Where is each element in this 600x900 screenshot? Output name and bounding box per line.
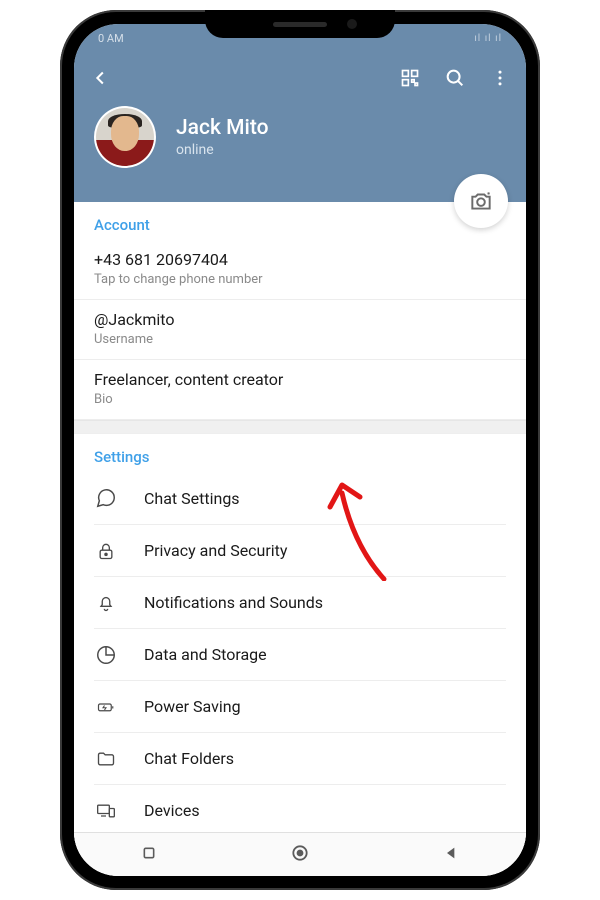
- settings-item-devices[interactable]: Devices: [94, 784, 506, 836]
- more-icon[interactable]: [490, 68, 510, 88]
- profile-status: online: [176, 142, 269, 158]
- avatar[interactable]: [94, 106, 156, 168]
- folder-icon: [94, 749, 118, 769]
- battery-icon: [94, 698, 118, 716]
- pie-icon: [94, 644, 118, 666]
- bio-hint: Bio: [94, 392, 506, 407]
- setting-label: Notifications and Sounds: [144, 593, 506, 612]
- settings-item-notifications[interactable]: Notifications and Sounds: [94, 576, 506, 628]
- phone-row[interactable]: +43 681 20697404 Tap to change phone num…: [74, 240, 526, 300]
- setting-label: Privacy and Security: [144, 541, 506, 560]
- android-nav-bar: [74, 832, 526, 876]
- settings-item-chat[interactable]: Chat Settings: [94, 472, 506, 524]
- screen: 0 AM ıl ıl ıl: [74, 24, 526, 876]
- username-value: @Jackmito: [94, 310, 506, 329]
- phone-notch: [205, 10, 395, 38]
- username-row[interactable]: @Jackmito Username: [74, 300, 526, 360]
- username-hint: Username: [94, 332, 506, 347]
- chat-icon: [94, 487, 118, 509]
- qr-icon[interactable]: [400, 68, 420, 88]
- settings-item-data[interactable]: Data and Storage: [94, 628, 506, 680]
- setting-label: Power Saving: [144, 697, 506, 716]
- setting-label: Chat Folders: [144, 749, 506, 768]
- lock-icon: [94, 540, 118, 562]
- nav-recent-icon[interactable]: [141, 845, 157, 865]
- nav-back-icon[interactable]: [443, 845, 459, 865]
- settings-item-privacy[interactable]: Privacy and Security: [94, 524, 506, 576]
- back-icon[interactable]: [90, 67, 112, 89]
- phone-hint: Tap to change phone number: [94, 272, 506, 287]
- setting-label: Devices: [144, 801, 506, 820]
- devices-icon: [94, 801, 118, 821]
- bio-row[interactable]: Freelancer, content creator Bio: [74, 360, 526, 420]
- section-divider: [74, 420, 526, 434]
- status-signal: ıl ıl ıl: [474, 33, 502, 44]
- profile-name: Jack Mito: [176, 116, 269, 140]
- settings-heading: Settings: [74, 434, 526, 472]
- bell-icon: [94, 592, 118, 614]
- phone-frame: 0 AM ıl ıl ıl: [60, 10, 540, 890]
- profile-header: Jack Mito online: [74, 52, 526, 202]
- setting-label: Data and Storage: [144, 645, 506, 664]
- settings-item-folders[interactable]: Chat Folders: [94, 732, 506, 784]
- search-icon[interactable]: [444, 67, 466, 89]
- nav-home-icon[interactable]: [290, 843, 310, 867]
- settings-item-power[interactable]: Power Saving: [94, 680, 506, 732]
- setting-label: Chat Settings: [144, 489, 506, 508]
- camera-button[interactable]: [454, 174, 508, 228]
- status-time: 0 AM: [98, 32, 124, 45]
- bio-value: Freelancer, content creator: [94, 370, 506, 389]
- phone-value: +43 681 20697404: [94, 250, 506, 269]
